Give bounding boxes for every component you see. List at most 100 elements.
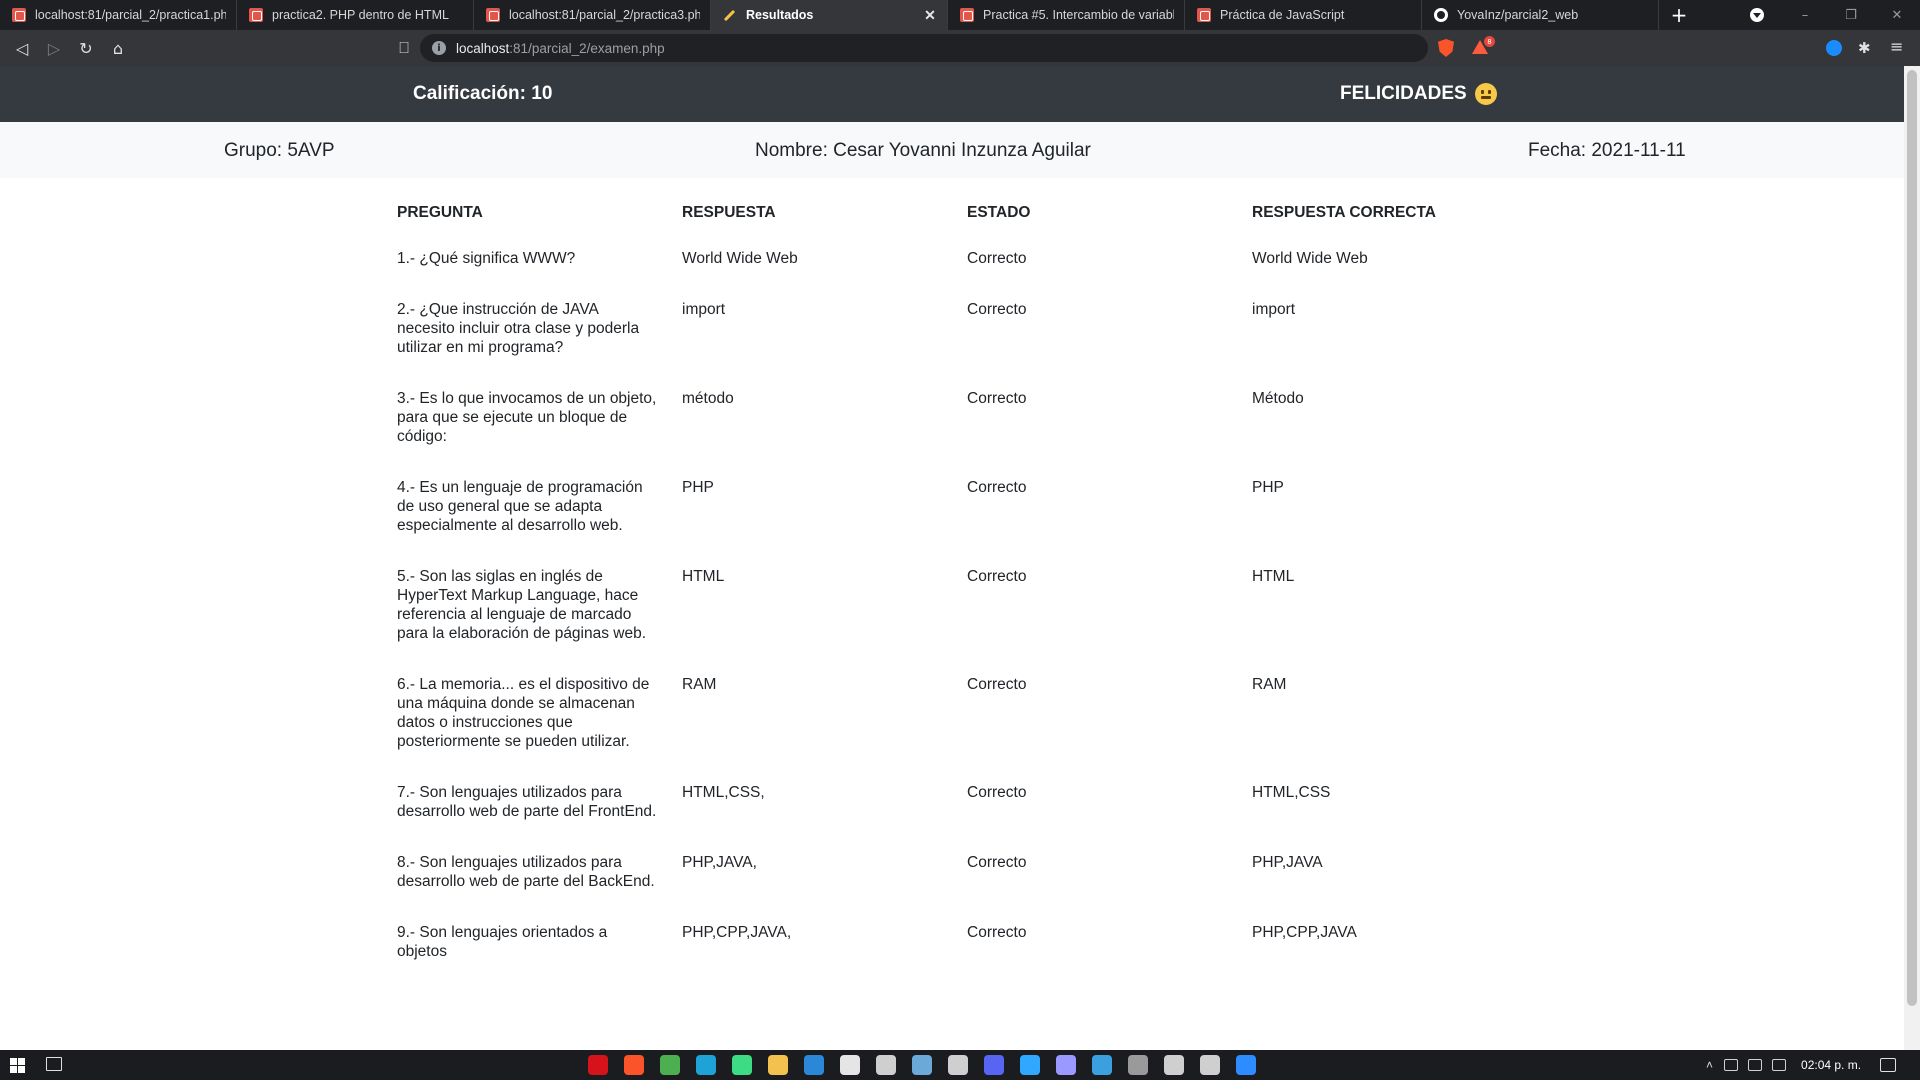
brave-icon[interactable] (624, 1055, 644, 1075)
cell-question: 3.- Es lo que invocamos de un objeto, pa… (397, 390, 657, 445)
scrollbar-thumb[interactable] (1907, 70, 1917, 1006)
cell-status: Correcto (967, 924, 1027, 941)
cell-question: 6.- La memoria... es el dispositivo de u… (397, 676, 650, 750)
ubisoft-icon[interactable] (1164, 1055, 1184, 1075)
tab-label: localhost:81/parcial_2/practica3.php?n (509, 8, 700, 22)
taskbar-clock[interactable]: 02:04 p. m. (1801, 1058, 1861, 1072)
table-row: 7.- Son lenguajes utilizados para desarr… (397, 783, 1537, 853)
cell-question: 5.- Son las siglas en inglés de HyperTex… (397, 568, 647, 642)
results-table-body: 1.- ¿Qué significa WWW? World Wide Web Cor… (397, 249, 1537, 993)
grade-label: Calificación: 10 (413, 83, 553, 104)
table-row: 6.- La memoria... es el dispositivo de u… (397, 675, 1537, 783)
android-studio-icon[interactable] (732, 1055, 752, 1075)
table-row: 4.- Es un lenguaje de programación de us… (397, 478, 1537, 567)
table-row: 8.- Son lenguajes utilizados para desarr… (397, 853, 1537, 923)
header-correct-answer: RESPUESTA CORRECTA (1252, 204, 1437, 221)
cell-answer: PHP,CPP,JAVA, (682, 924, 792, 941)
exam-date-label: Fecha: 2021-11-11 (1528, 140, 1686, 161)
tab-label: practica2. PHP dentro de HTML (272, 8, 449, 22)
riot-icon[interactable] (1200, 1055, 1220, 1075)
html-file-icon (486, 8, 500, 22)
brave-shields-icon[interactable] (1438, 39, 1454, 57)
cell-correct-answer: PHP,CPP,JAVA (1252, 924, 1357, 941)
taskbar-apps (580, 1055, 1264, 1075)
steam-icon[interactable] (912, 1055, 932, 1075)
system-tray: ˄ 02:04 p. m. (1706, 1058, 1861, 1072)
edge-icon[interactable] (696, 1055, 716, 1075)
close-window-button[interactable]: ✕ (1874, 8, 1920, 23)
page-scrollbar[interactable] (1904, 66, 1920, 1050)
rewards-count-badge: 8 (1484, 36, 1495, 47)
tab-label: Práctica de JavaScript (1220, 8, 1345, 22)
address-bar[interactable]: i localhost:81/parcial_2/examen.php (420, 34, 1428, 62)
cell-answer: PHP,JAVA, (682, 854, 757, 871)
extensions-puzzle-icon[interactable]: ✱ (1858, 39, 1871, 57)
device-icon[interactable] (1724, 1059, 1739, 1071)
header-status: ESTADO (967, 204, 1031, 221)
cell-question: 9.- Son lenguajes orientados a objetos (397, 924, 608, 960)
student-name-label: Nombre: Cesar Yovanni Inzunza Aguilar (755, 140, 1091, 161)
site-info-icon[interactable]: i (432, 41, 446, 55)
browser-tab[interactable]: localhost:81/parcial_2/practica3.php?n (474, 0, 711, 30)
opera-icon[interactable] (588, 1055, 608, 1075)
profile-menu-icon[interactable] (1750, 8, 1764, 22)
github-icon (1434, 8, 1448, 22)
home-icon[interactable]: ⌂ (102, 32, 134, 64)
back-icon[interactable]: ◁ (6, 32, 38, 64)
tab-label: localhost:81/parcial_2/practica1.php (35, 8, 226, 22)
store-icon[interactable] (840, 1055, 860, 1075)
cell-question: 7.- Son lenguajes utilizados para desarr… (397, 784, 657, 820)
html-file-icon (1197, 8, 1211, 22)
mail-icon[interactable] (804, 1055, 824, 1075)
visual-studio-icon[interactable] (1092, 1055, 1112, 1075)
cell-answer: World Wide Web (682, 250, 798, 267)
congrats-message: FELICIDADES (1340, 83, 1497, 105)
cell-correct-answer: RAM (1252, 676, 1287, 693)
network-icon[interactable] (1748, 1059, 1763, 1071)
grade-header: Calificación: 10 FELICIDADES (0, 66, 1904, 122)
cell-status: Correcto (967, 568, 1027, 585)
new-tab-button[interactable]: + (1659, 0, 1699, 30)
volume-icon[interactable] (1772, 1059, 1787, 1071)
zoom-icon[interactable] (1236, 1055, 1256, 1075)
reload-icon[interactable]: ↻ (70, 32, 102, 64)
cell-status: Correcto (967, 676, 1027, 693)
discord-icon[interactable] (984, 1055, 1004, 1075)
notifications-icon[interactable] (1880, 1058, 1896, 1072)
table-row: 3.- Es lo que invocamos de un objeto, pa… (397, 389, 1537, 478)
file-explorer-icon[interactable] (768, 1055, 788, 1075)
extension-icon[interactable] (1826, 40, 1842, 56)
browser-tab[interactable]: Practica #5. Intercambio de variable P (948, 0, 1185, 30)
browser-menu-icon[interactable]: ≡ (1890, 37, 1903, 56)
epic-games-icon[interactable] (948, 1055, 968, 1075)
page-viewport: Calificación: 10 FELICIDADES Grupo: 5AVP… (0, 66, 1904, 1050)
browser-tab[interactable]: practica2. PHP dentro de HTML (237, 0, 474, 30)
table-header-row: PREGUNTA RESPUESTA ESTADO RESPUESTA CORR… (397, 204, 1537, 249)
table-row: 1.- ¿Qué significa WWW? World Wide Web Cor… (397, 249, 1537, 300)
after-effects-icon[interactable] (1056, 1055, 1076, 1075)
minimize-button[interactable]: – (1782, 8, 1828, 23)
browser-tab[interactable]: YovaInz/parcial2_web (1422, 0, 1659, 30)
table-row: 2.- ¿Que instrucción de JAVA necesito in… (397, 300, 1537, 389)
close-tab-icon[interactable]: ✕ (923, 7, 937, 24)
bookmark-icon[interactable]: ⎕ (388, 32, 420, 64)
obs-icon[interactable] (1128, 1055, 1148, 1075)
student-info-bar: Grupo: 5AVP Nombre: Cesar Yovanni Inzunz… (0, 122, 1904, 178)
browser-tab[interactable]: Resultados ✕ (711, 0, 948, 30)
table-row: 5.- Son las siglas en inglés de HyperTex… (397, 567, 1537, 675)
windows-start-icon[interactable] (10, 1058, 25, 1073)
cell-answer: import (682, 301, 726, 318)
browser-tab[interactable]: localhost:81/parcial_2/practica1.php (0, 0, 237, 30)
task-view-icon[interactable] (46, 1057, 62, 1071)
photoshop-icon[interactable] (1020, 1055, 1040, 1075)
browser-tab[interactable]: Práctica de JavaScript (1185, 0, 1422, 30)
forward-icon[interactable]: ▷ (38, 32, 70, 64)
chrome-icon[interactable] (660, 1055, 680, 1075)
browser-toolbar: ◁ ▷ ↻ ⌂ ⎕ i localhost:81/parcial_2/exame… (0, 30, 1920, 66)
windows-taskbar: ˄ 02:04 p. m. (0, 1050, 1920, 1080)
cell-answer: método (682, 390, 734, 407)
tray-overflow-icon[interactable]: ˄ (1706, 1058, 1713, 1072)
cell-question: 2.- ¿Que instrucción de JAVA necesito in… (397, 301, 640, 356)
cursor-app-icon[interactable] (876, 1055, 896, 1075)
restore-button[interactable]: ❐ (1828, 8, 1874, 23)
